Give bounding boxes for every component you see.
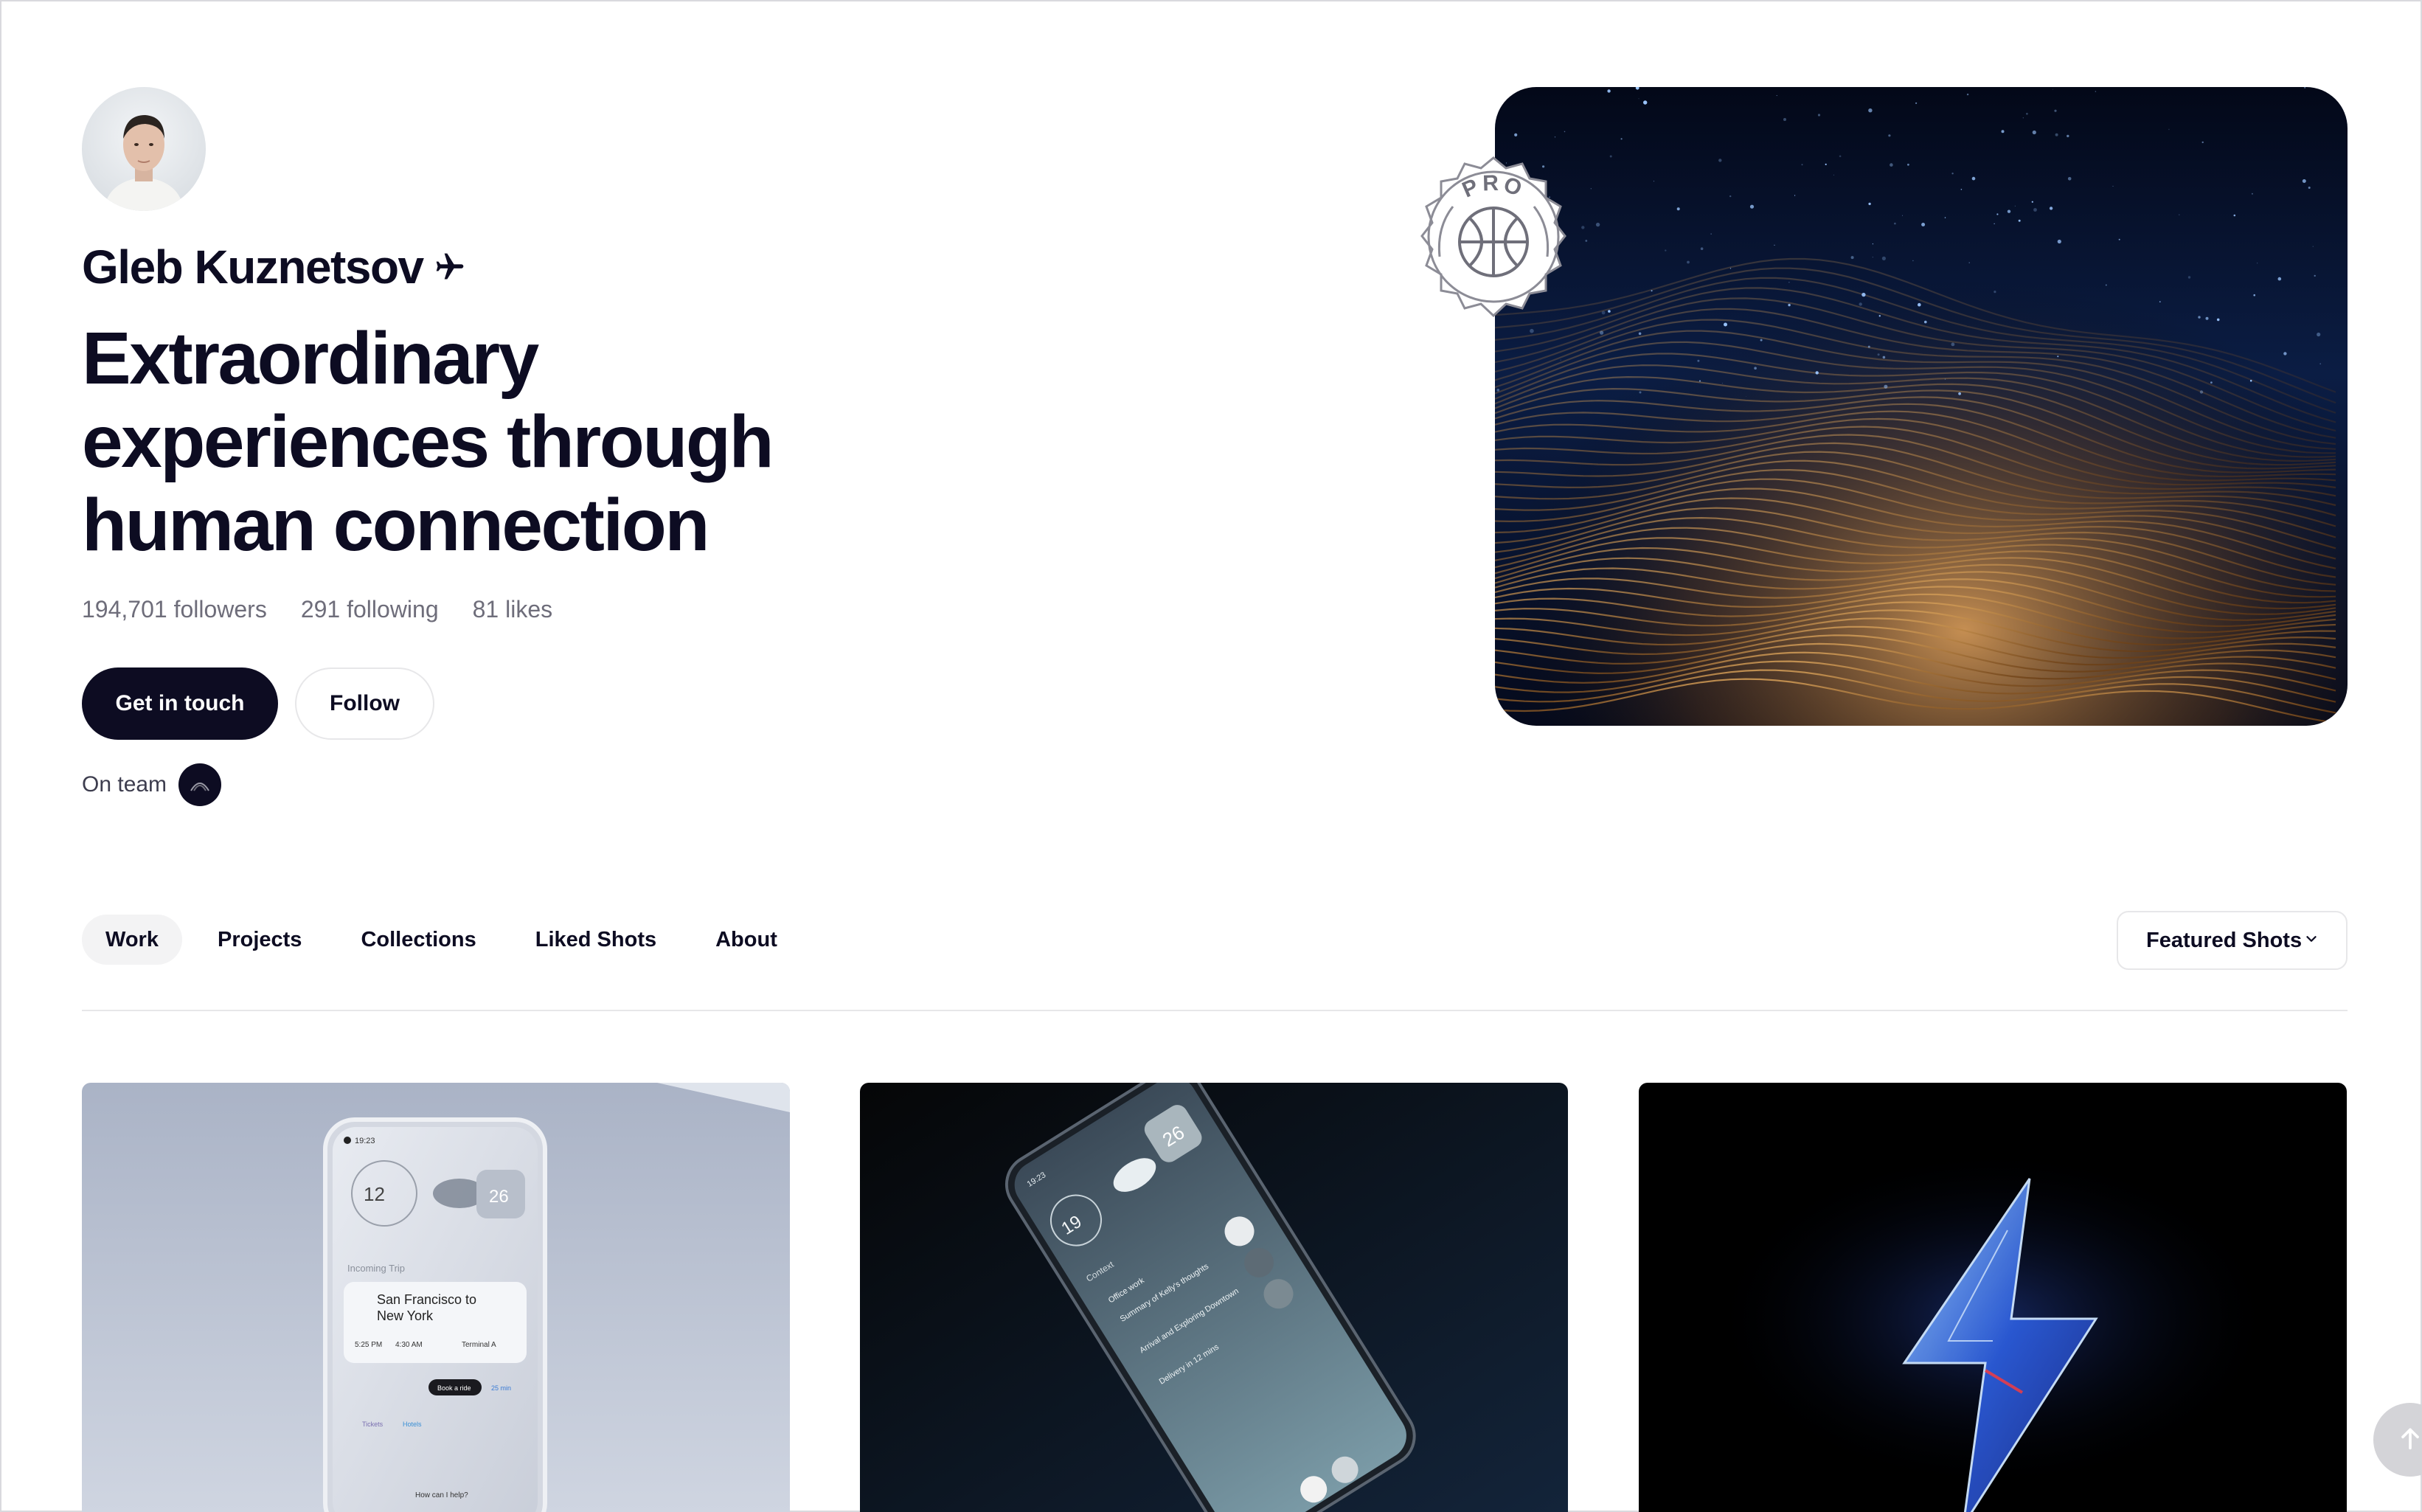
- sort-dropdown-value: Featured Shots: [2146, 928, 2303, 952]
- profile-name-row: Gleb Kuznetsov: [82, 243, 466, 291]
- shot1-status-time: 19:23: [355, 1137, 375, 1145]
- shot1-clock: 12: [364, 1183, 385, 1205]
- shot1-chip-2: Hotels: [403, 1421, 422, 1428]
- tabs-divider: [82, 1010, 2348, 1011]
- team-avatar[interactable]: [178, 763, 222, 806]
- tab-collections[interactable]: Collections: [337, 915, 499, 965]
- shot1-depart: 5:25 PM: [355, 1341, 382, 1349]
- shot1-chip-1: Tickets: [362, 1421, 384, 1428]
- tab-projects[interactable]: Projects: [194, 915, 325, 965]
- team-row: On team: [82, 763, 222, 806]
- shot-card[interactable]: [1639, 1083, 2347, 1512]
- profile-stats: 194,701 followers 291 following 81 likes: [82, 596, 552, 623]
- basketball-icon: [1458, 207, 1529, 277]
- tab-about[interactable]: About: [692, 915, 801, 965]
- headline-line: Extraordinary: [82, 317, 539, 400]
- team-label: On team: [82, 772, 167, 797]
- profile-headline: Extraordinary experiences through human …: [82, 317, 893, 567]
- sort-dropdown[interactable]: Featured Shots: [2117, 911, 2348, 970]
- shot1-trip-title-1: San Francisco to: [377, 1292, 476, 1307]
- following-link[interactable]: 291 following: [301, 596, 439, 623]
- avatar[interactable]: [82, 87, 206, 211]
- shot1-arrive: 4:30 AM: [395, 1341, 423, 1349]
- get-in-touch-button[interactable]: Get in touch: [82, 667, 278, 740]
- pro-badge: PRO: [1394, 139, 1593, 338]
- likes-link[interactable]: 81 likes: [473, 596, 553, 623]
- tab-liked-shots[interactable]: Liked Shots: [512, 915, 680, 965]
- headline-line: human connection: [82, 484, 709, 566]
- shot1-cta: Book a ride: [437, 1384, 471, 1392]
- shot1-terminal: Terminal A: [462, 1341, 496, 1349]
- chevron-down-icon: [2303, 929, 2319, 953]
- shot-card[interactable]: 19:23 12 26 Incoming Trip San Francisco …: [82, 1083, 790, 1512]
- followers-link[interactable]: 194,701 followers: [82, 596, 267, 623]
- shot1-eta: 25 min: [491, 1384, 511, 1392]
- profile-cover-art: [1495, 87, 2348, 726]
- arrow-up-icon: [2395, 1423, 2422, 1457]
- shot1-trip-title-2: New York: [377, 1308, 434, 1323]
- profile-tabs: Work Projects Collections Liked Shots Ab…: [82, 915, 813, 965]
- shot1-section: Incoming Trip: [347, 1263, 405, 1274]
- follow-button[interactable]: Follow: [295, 667, 434, 740]
- shot1-help: How can I help?: [415, 1491, 468, 1499]
- plane-icon: [434, 251, 466, 283]
- shot1-temp: 26: [489, 1187, 509, 1207]
- headline-line: experiences through: [82, 400, 774, 483]
- shot-card[interactable]: 19:23 19 26 Context Office work Summary …: [860, 1083, 1568, 1512]
- tab-work[interactable]: Work: [82, 915, 182, 965]
- profile-name: Gleb Kuznetsov: [82, 240, 424, 294]
